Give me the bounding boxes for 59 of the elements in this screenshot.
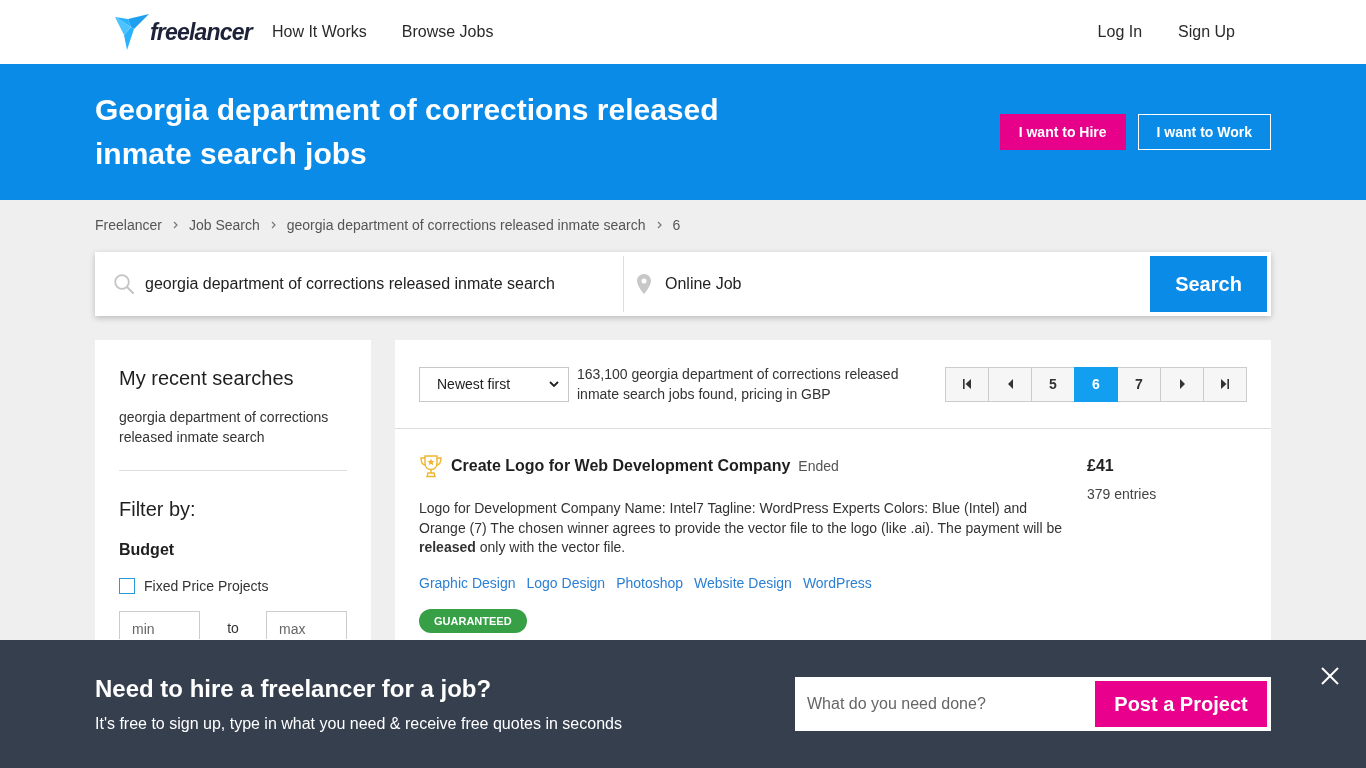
skip-to-start-icon [963, 379, 971, 389]
skill-tag-link[interactable]: Logo Design [526, 573, 606, 593]
range-separator: to [226, 619, 240, 636]
search-field[interactable]: georgia department of corrections released inmate search [145, 272, 623, 296]
post-project-button[interactable]: Post a Project [1091, 677, 1271, 731]
breadcrumb-current: 6 [672, 217, 681, 233]
hero-button[interactable]: I want to Work [1137, 114, 1271, 150]
account-link[interactable]: Sign Up [1178, 23, 1235, 41]
skill-tag-link[interactable]: Website Design [694, 573, 792, 593]
location-pin-icon [637, 274, 651, 294]
cta-subtext: It's free to sign up, type in what you need & receive free quotes in seconds [95, 714, 622, 734]
first-page-button[interactable] [945, 366, 989, 402]
entry-count: 379 entries [1087, 485, 1157, 504]
job-price: £41 [1087, 456, 1115, 476]
caret-left-icon [1007, 379, 1013, 389]
breadcrumb-link[interactable]: georgia department of corrections released inmate search [286, 217, 646, 233]
close-button[interactable] [1321, 667, 1339, 685]
budget-heading: Budget [119, 540, 176, 560]
caret-right-icon [1179, 379, 1185, 389]
recent-searches-heading: My recent searches [119, 366, 295, 391]
page-title: Georgia department of corrections released inmate search jobs [95, 92, 720, 172]
search-icon [114, 274, 134, 294]
account-link[interactable]: Log In [1097, 23, 1143, 41]
location-field[interactable]: Online Job [665, 272, 1150, 296]
last-page-button[interactable] [1203, 366, 1247, 402]
min-budget-field[interactable]: min [119, 611, 200, 639]
hero-button[interactable]: I want to Hire [999, 114, 1126, 150]
search-button[interactable]: Search [1150, 256, 1267, 312]
chevron-right-icon [656, 221, 662, 229]
chevron-down-icon [549, 381, 559, 387]
trophy-icon [419, 454, 443, 478]
project-field[interactable]: What do you need done? [795, 677, 1091, 731]
close-icon [1321, 667, 1339, 685]
guaranteed-badge: GUARANTEED [419, 609, 527, 633]
nav-link[interactable]: Browse Jobs [401, 23, 494, 41]
results-summary: 163,100 georgia department of corrections released inmate search jobs found, pricing in GBP [577, 365, 900, 404]
breadcrumb-link[interactable]: Job Search [188, 217, 260, 233]
sort-dropdown[interactable]: Newest first [419, 366, 569, 402]
cta-heading: Need to hire a freelancer for a job? [95, 674, 493, 704]
chevron-right-icon [172, 221, 178, 229]
job-title-link[interactable]: Create Logo for Web Development Company [451, 457, 791, 475]
job-description: Logo for Development Company Name: Intel7 Tagline: WordPress Experts Colors: Blue (Intel) and Orange (7) The chosen winner agrees to provide the vector file to the logo (like .ai). The payment will be released only with the vector file. [419, 499, 1064, 557]
page-button[interactable]: 7 [1117, 366, 1161, 402]
skill-tag-link[interactable]: WordPress [802, 573, 872, 593]
skip-to-end-icon [1221, 379, 1229, 389]
checkbox-label: Fixed Price Projects [144, 578, 269, 594]
chevron-right-icon [270, 221, 276, 229]
checkbox[interactable] [119, 578, 135, 594]
skill-tag-link[interactable]: Graphic Design [419, 573, 516, 593]
bird-icon [115, 14, 149, 50]
breadcrumb-link[interactable]: Freelancer [95, 217, 162, 233]
recent-search-link[interactable]: georgia department of corrections released inmate search [119, 408, 347, 447]
max-budget-field[interactable]: max [266, 611, 347, 639]
nav-link[interactable]: How It Works [271, 23, 367, 41]
filter-heading: Filter by: [119, 497, 197, 522]
home-logo[interactable]: freelancer [115, 14, 252, 50]
job-status: Ended [798, 458, 839, 474]
skill-tag-link[interactable]: Photoshop [616, 573, 684, 593]
page-button[interactable]: 5 [1031, 366, 1075, 402]
